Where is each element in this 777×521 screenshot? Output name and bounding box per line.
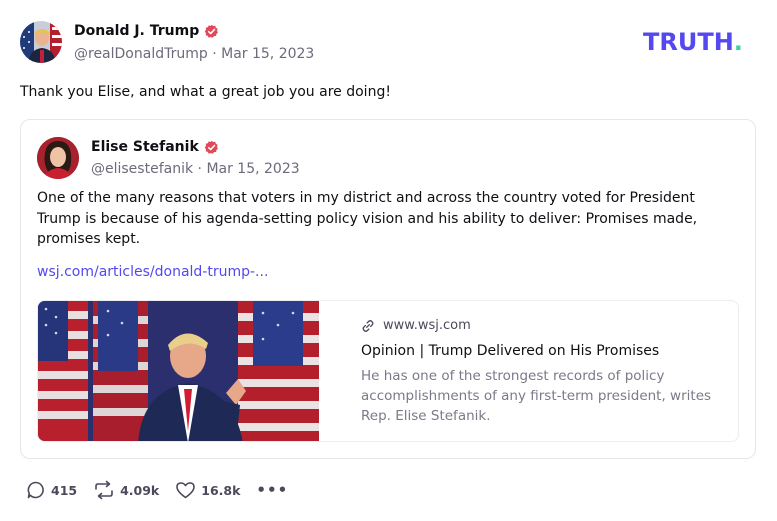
reply-icon (27, 481, 44, 499)
quoted-post-date[interactable]: Mar 15, 2023 (206, 161, 299, 177)
post-text: Thank you Elise, and what a great job yo… (20, 84, 391, 100)
link-preview-image (38, 301, 319, 441)
author-name-row[interactable]: Donald J. Trump (74, 23, 219, 39)
quoted-author-avatar[interactable] (37, 137, 79, 179)
verified-badge-icon (205, 24, 219, 38)
author-avatar[interactable] (20, 21, 62, 63)
reply-count: 415 (51, 482, 78, 498)
author-handle[interactable]: @realDonaldTrump (74, 46, 208, 62)
retruth-count: 4.09k (120, 482, 160, 498)
quoted-post-text: One of the many reasons that voters in m… (37, 190, 698, 247)
retruth-button[interactable]: 4.09k (93, 480, 159, 500)
author-meta: @realDonaldTrump · Mar 15, 2023 (74, 46, 314, 62)
post-date[interactable]: Mar 15, 2023 (221, 46, 314, 62)
link-icon (362, 319, 374, 332)
quoted-author-meta: @elisestefanik · Mar 15, 2023 (91, 161, 300, 177)
link-preview-domain: www.wsj.com (383, 318, 471, 333)
meta-separator: · (212, 46, 222, 62)
quoted-author-handle[interactable]: @elisestefanik (91, 161, 193, 177)
logo-text: TRUTH (643, 28, 734, 56)
more-icon[interactable]: ••• (256, 481, 288, 499)
link-preview-title[interactable]: Opinion | Trump Delivered on His Promise… (361, 343, 659, 359)
reply-button[interactable]: 415 (26, 480, 77, 500)
logo-dot: . (733, 28, 743, 56)
quoted-author-name[interactable]: Elise Stefanik (91, 139, 199, 155)
post-action-bar: 415 4.09k 16.8k ••• (26, 480, 288, 500)
verified-badge-icon (204, 140, 218, 154)
like-count: 16.8k (201, 482, 241, 498)
link-preview-description: He has one of the strongest records of p… (361, 368, 712, 424)
link-preview-card[interactable]: www.wsj.com Opinion | Trump Delivered on… (37, 300, 739, 442)
like-button[interactable]: 16.8k (175, 480, 240, 500)
author-name[interactable]: Donald J. Trump (74, 23, 199, 39)
retruth-icon (95, 480, 113, 500)
link-preview-domain-row: www.wsj.com (361, 318, 471, 333)
heart-icon (176, 482, 196, 499)
truth-social-logo[interactable]: TRUTH. (643, 29, 743, 55)
quoted-post-link[interactable]: wsj.com/articles/donald-trump-... (37, 264, 268, 280)
quoted-author-name-row[interactable]: Elise Stefanik (91, 139, 219, 155)
